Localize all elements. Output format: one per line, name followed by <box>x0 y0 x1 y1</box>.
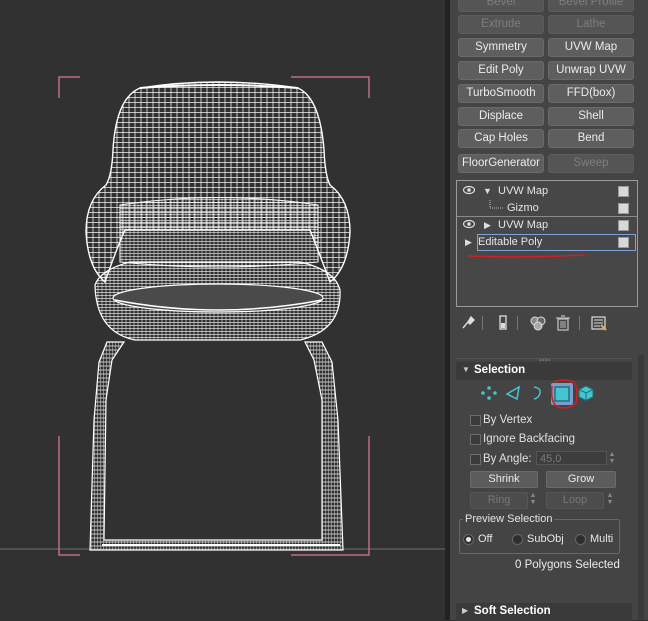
angle-value-field[interactable]: 45,0 <box>536 451 607 465</box>
expand-arrow-icon[interactable]: ▶ <box>465 237 472 248</box>
stack-item-label: UVW Map <box>498 185 549 197</box>
vertex-icon[interactable] <box>480 384 498 402</box>
modifier-button-cap-holes[interactable]: Cap Holes <box>458 129 544 148</box>
angle-spinner-icon[interactable]: ▲ ▼ <box>608 451 616 466</box>
viewport-canvas[interactable] <box>0 0 445 620</box>
stack-row-uvw-map-2[interactable]: ▶ UVW Map <box>457 217 637 234</box>
toolbar-divider <box>517 316 518 330</box>
modifier-button-unwrap-uvw[interactable]: Unwrap UVW <box>548 61 634 80</box>
show-end-result-icon[interactable] <box>494 314 512 332</box>
collapse-arrow-icon: ▼ <box>462 365 470 374</box>
ring-spinner-icon[interactable]: ▲ ▼ <box>529 492 537 507</box>
modifier-button-symmetry[interactable]: Symmetry <box>458 38 544 57</box>
rollout-separator <box>456 358 632 359</box>
toolbar-divider <box>579 316 580 330</box>
enable-checkbox[interactable] <box>618 237 629 248</box>
modifier-button-floorgenerator[interactable]: FloorGenerator <box>458 154 544 173</box>
chair-seat <box>94 261 341 341</box>
border-icon[interactable] <box>528 384 546 402</box>
eye-icon[interactable] <box>463 219 475 229</box>
eye-icon[interactable] <box>463 185 475 195</box>
rollout-title: Selection <box>474 364 526 376</box>
modifier-button-bevel[interactable]: Bevel <box>458 0 544 12</box>
modifier-button-turbosmooth[interactable]: TurboSmooth <box>458 84 544 103</box>
stack-item-label: Editable Poly <box>478 236 543 248</box>
modifier-button-ffd-box[interactable]: FFD(box) <box>548 84 634 103</box>
toolbar-divider <box>482 316 483 330</box>
tree-connector-icon <box>489 200 503 209</box>
modifier-button-bend[interactable]: Bend <box>548 129 634 148</box>
radio-label: Off <box>478 533 493 545</box>
configure-modifier-sets-icon[interactable] <box>590 314 608 332</box>
stack-row-gizmo[interactable]: Gizmo <box>457 200 637 217</box>
selection-rollout-header[interactable]: ▼ Selection <box>456 362 632 380</box>
pin-stack-icon[interactable] <box>459 314 477 332</box>
collapse-arrow-icon[interactable]: ▼ <box>483 186 492 196</box>
red-annotation-underline <box>467 254 586 258</box>
stack-item-label: Gizmo <box>507 202 539 214</box>
selection-status-text: 0 Polygons Selected <box>515 559 620 571</box>
modifier-button-edit-poly[interactable]: Edit Poly <box>458 61 544 80</box>
stack-row-uvw-map-1[interactable]: ▼ UVW Map <box>457 183 637 200</box>
modifier-button-sweep[interactable]: Sweep <box>548 154 634 173</box>
modifier-button-bevel-profile[interactable]: Bevel Profile <box>548 0 634 12</box>
modifier-stack-list[interactable]: ▼ UVW Map Gizmo ▶ UVW Map ▶ Editable Pol… <box>456 180 638 307</box>
expand-arrow-icon: ▶ <box>462 606 469 615</box>
radio-label: SubObj <box>527 533 564 545</box>
modifier-button-lathe[interactable]: Lathe <box>548 15 634 34</box>
soft-selection-rollout-header[interactable]: ▶ Soft Selection <box>456 603 632 621</box>
element-icon[interactable] <box>577 384 595 402</box>
by-angle-checkbox[interactable] <box>470 454 481 465</box>
red-annotation-circle <box>550 379 578 409</box>
grow-button[interactable]: Grow <box>546 471 616 488</box>
rollout-title: Soft Selection <box>474 605 551 617</box>
shrink-button[interactable]: Shrink <box>470 471 538 488</box>
panel-scrollbar[interactable] <box>638 355 644 620</box>
by-vertex-label: By Vertex <box>483 414 533 426</box>
stack-row-editable-poly[interactable]: ▶ Editable Poly <box>457 234 637 251</box>
modifier-button-shell[interactable]: Shell <box>548 107 634 126</box>
radio-dot[interactable] <box>512 534 523 545</box>
ring-button[interactable]: Ring <box>470 492 528 509</box>
chair-shell <box>85 81 351 284</box>
radio-label: Multi <box>590 533 614 545</box>
modifier-button-displace[interactable]: Displace <box>458 107 544 126</box>
by-angle-label: By Angle: <box>483 453 532 465</box>
modifier-button-extrude[interactable]: Extrude <box>458 15 544 34</box>
loop-button[interactable]: Loop <box>546 492 604 509</box>
by-vertex-checkbox[interactable] <box>470 415 481 426</box>
radio-dot[interactable] <box>575 534 586 545</box>
radio-dot[interactable] <box>463 534 474 545</box>
make-unique-icon[interactable] <box>529 314 547 332</box>
enable-checkbox[interactable] <box>618 203 629 214</box>
ignore-backfacing-label: Ignore Backfacing <box>483 433 576 445</box>
loop-spinner-icon[interactable]: ▲ ▼ <box>606 492 614 507</box>
edge-icon[interactable] <box>504 384 522 402</box>
remove-modifier-icon[interactable] <box>554 314 572 332</box>
perspective-viewport[interactable] <box>0 0 445 620</box>
expand-arrow-icon[interactable]: ▶ <box>484 220 491 231</box>
chair-leg-frame <box>89 341 344 551</box>
modifier-button-uvw-map[interactable]: UVW Map <box>548 38 634 57</box>
enable-checkbox[interactable] <box>618 220 629 231</box>
angle-value-text: 45,0 <box>540 453 562 465</box>
rollout-drag-handle[interactable] <box>538 351 552 361</box>
enable-checkbox[interactable] <box>618 186 629 197</box>
stack-item-label: UVW Map <box>498 219 549 231</box>
ignore-backfacing-checkbox[interactable] <box>470 434 481 445</box>
preview-selection-title: Preview Selection <box>463 513 555 525</box>
